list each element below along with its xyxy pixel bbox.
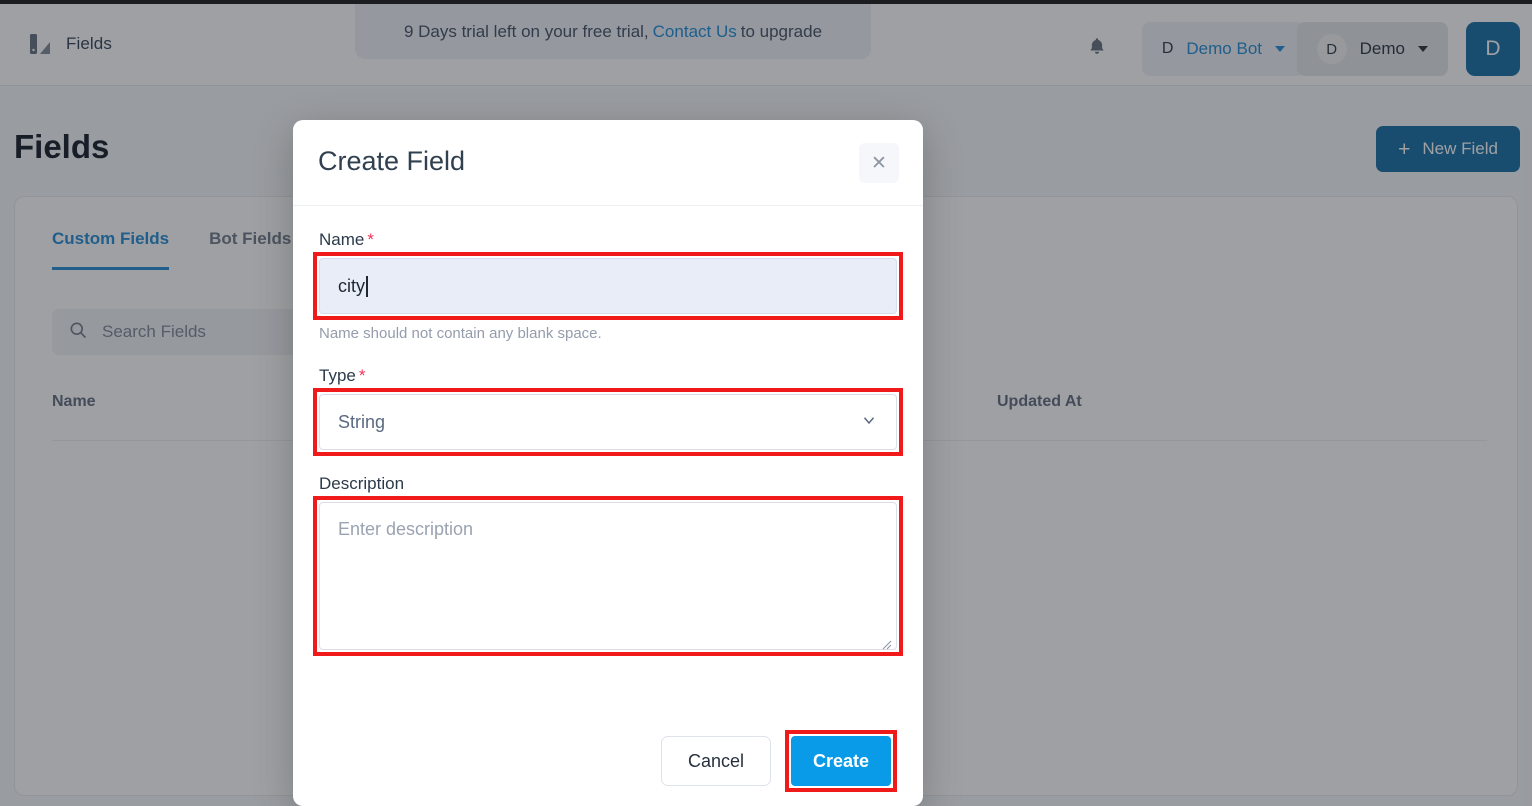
- description-textarea-highlight: Enter description: [313, 496, 903, 656]
- name-input[interactable]: city: [319, 258, 897, 314]
- name-field-label: Name *: [319, 230, 897, 250]
- description-placeholder: Enter description: [338, 519, 474, 539]
- modal-body: Name * city Name should not contain any b…: [293, 230, 923, 656]
- type-select-highlight: String: [313, 388, 903, 456]
- cancel-button[interactable]: Cancel: [661, 736, 771, 786]
- name-hint: Name should not contain any blank space.: [319, 325, 602, 342]
- type-label-text: Type: [319, 366, 356, 385]
- type-field-label: Type *: [319, 366, 897, 386]
- description-textarea[interactable]: Enter description: [319, 502, 897, 650]
- chevron-down-icon: [860, 411, 878, 434]
- modal-title: Create Field: [318, 146, 466, 176]
- create-field-modal: Create Field ✕ Name * city Name should no…: [293, 120, 923, 806]
- type-select[interactable]: String: [319, 394, 897, 450]
- name-input-value: city: [338, 275, 365, 296]
- resize-grip-icon[interactable]: [880, 634, 892, 650]
- name-input-highlight: city: [313, 252, 903, 320]
- description-field-label: Description: [319, 474, 405, 493]
- modal-footer: Cancel Create: [293, 716, 923, 806]
- required-asterisk: *: [367, 230, 374, 249]
- required-asterisk: *: [358, 366, 366, 385]
- close-icon[interactable]: ✕: [859, 143, 899, 183]
- modal-header: Create Field ✕: [293, 120, 923, 206]
- name-label-text: Name: [319, 230, 365, 249]
- create-button-highlight: Create: [785, 730, 897, 792]
- text-cursor: [366, 275, 368, 297]
- type-select-value: String: [338, 411, 386, 432]
- create-button[interactable]: Create: [791, 736, 891, 786]
